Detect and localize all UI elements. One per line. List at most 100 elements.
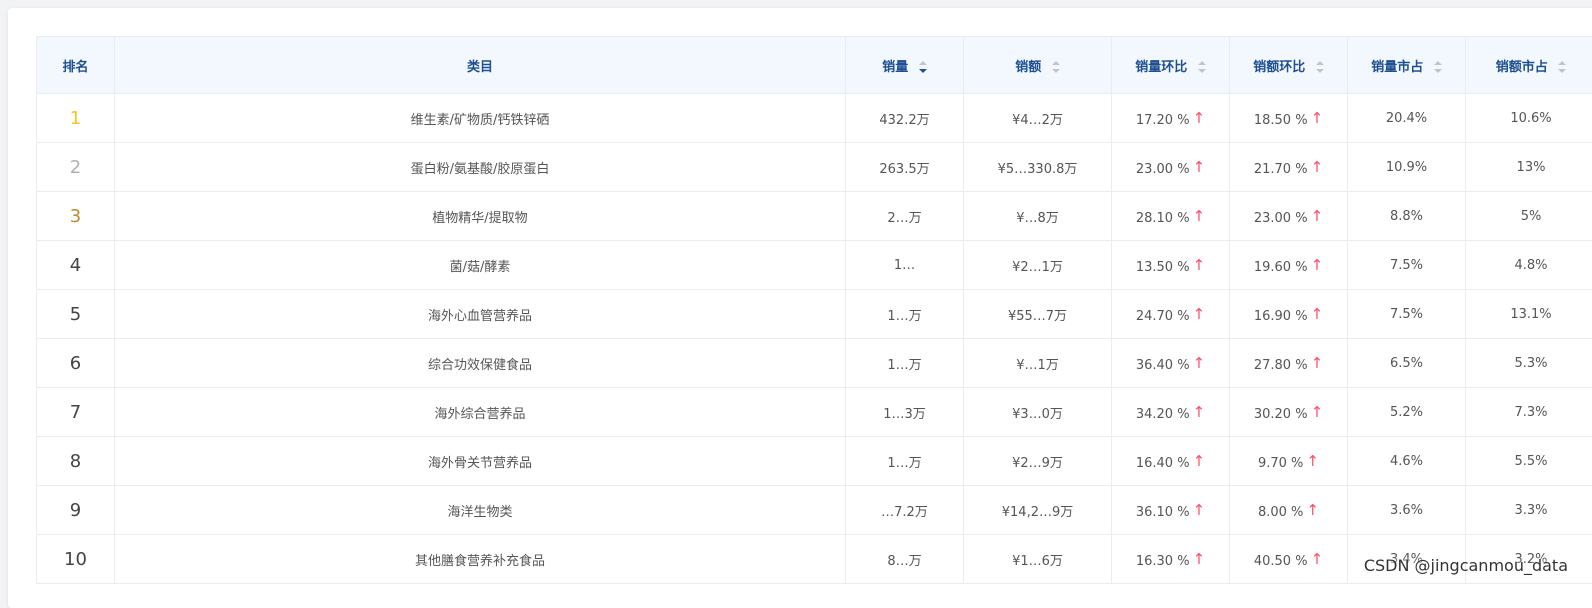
amount-mom-cell: 9.70 %↑ bbox=[1230, 437, 1348, 486]
amount-share-cell: 13% bbox=[1466, 143, 1592, 192]
ranking-card: 排名 类目 销量 销额 销量环比 销额环比 bbox=[8, 8, 1592, 608]
arrow-up-icon: ↑ bbox=[1193, 550, 1206, 568]
rank-cell: 3 bbox=[37, 192, 115, 241]
arrow-up-icon: ↑ bbox=[1311, 354, 1324, 372]
header-volume-mom[interactable]: 销量环比 bbox=[1112, 37, 1230, 94]
amount-cell: ¥1…6万 bbox=[964, 535, 1112, 584]
table-row: 4 菌/菇/酵素 1… ¥2…1万 13.50 %↑ 19.60 %↑ 7.5%… bbox=[37, 241, 1592, 290]
category-cell: 植物精华/提取物 bbox=[115, 192, 846, 241]
category-cell: 海外综合营养品 bbox=[115, 388, 846, 437]
volume-cell: 8…万 bbox=[846, 535, 964, 584]
table-row: 10 其他膳食营养补充食品 8…万 ¥1…6万 16.30 %↑ 40.50 %… bbox=[37, 535, 1592, 584]
header-sales-amount[interactable]: 销额 bbox=[964, 37, 1112, 94]
arrow-up-icon: ↑ bbox=[1193, 452, 1206, 470]
volume-mom-cell: 34.20 %↑ bbox=[1112, 388, 1230, 437]
category-cell: 其他膳食营养补充食品 bbox=[115, 535, 846, 584]
volume-share-cell: 5.2% bbox=[1348, 388, 1466, 437]
category-ranking-table: 排名 类目 销量 销额 销量环比 销额环比 bbox=[36, 36, 1592, 584]
arrow-up-icon: ↑ bbox=[1306, 452, 1319, 470]
volume-mom-cell: 17.20 %↑ bbox=[1112, 94, 1230, 143]
arrow-up-icon: ↑ bbox=[1193, 403, 1206, 421]
volume-share-cell: 20.4% bbox=[1348, 94, 1466, 143]
amount-cell: ¥2…1万 bbox=[964, 241, 1112, 290]
amount-cell: ¥3…0万 bbox=[964, 388, 1112, 437]
header-rank: 排名 bbox=[37, 37, 115, 94]
arrow-up-icon: ↑ bbox=[1311, 305, 1324, 323]
header-amount-share[interactable]: 销额市占 bbox=[1466, 37, 1592, 94]
sort-icon[interactable] bbox=[1434, 61, 1442, 73]
volume-share-cell: 10.9% bbox=[1348, 143, 1466, 192]
table-row: 1 维生素/矿物质/钙铁锌硒 432.2万 ¥4…2万 17.20 %↑ 18.… bbox=[37, 94, 1592, 143]
volume-share-cell: 7.5% bbox=[1348, 241, 1466, 290]
rank-cell: 5 bbox=[37, 290, 115, 339]
arrow-up-icon: ↑ bbox=[1311, 207, 1324, 225]
rank-cell: 9 bbox=[37, 486, 115, 535]
category-cell: 海外心血管营养品 bbox=[115, 290, 846, 339]
amount-cell: ¥55…7万 bbox=[964, 290, 1112, 339]
amount-mom-cell: 16.90 %↑ bbox=[1230, 290, 1348, 339]
arrow-up-icon: ↑ bbox=[1311, 158, 1324, 176]
volume-share-cell: 7.5% bbox=[1348, 290, 1466, 339]
volume-cell: 2…万 bbox=[846, 192, 964, 241]
header-volume-share[interactable]: 销量市占 bbox=[1348, 37, 1466, 94]
header-amount-mom[interactable]: 销额环比 bbox=[1230, 37, 1348, 94]
arrow-up-icon: ↑ bbox=[1311, 550, 1324, 568]
arrow-up-icon: ↑ bbox=[1311, 109, 1324, 127]
header-sales-volume[interactable]: 销量 bbox=[846, 37, 964, 94]
category-cell: 综合功效保健食品 bbox=[115, 339, 846, 388]
amount-mom-cell: 19.60 %↑ bbox=[1230, 241, 1348, 290]
category-cell: 维生素/矿物质/钙铁锌硒 bbox=[115, 94, 846, 143]
volume-share-cell: 4.6% bbox=[1348, 437, 1466, 486]
sort-icon[interactable] bbox=[1558, 61, 1566, 73]
arrow-up-icon: ↑ bbox=[1311, 403, 1324, 421]
amount-mom-cell: 27.80 %↑ bbox=[1230, 339, 1348, 388]
sort-icon[interactable] bbox=[1316, 61, 1324, 73]
category-cell: 蛋白粉/氨基酸/胶原蛋白 bbox=[115, 143, 846, 192]
volume-cell: 263.5万 bbox=[846, 143, 964, 192]
sort-icon[interactable] bbox=[1052, 61, 1060, 73]
amount-share-cell: 5.3% bbox=[1466, 339, 1592, 388]
category-cell: 海洋生物类 bbox=[115, 486, 846, 535]
volume-mom-cell: 13.50 %↑ bbox=[1112, 241, 1230, 290]
volume-cell: …7.2万 bbox=[846, 486, 964, 535]
amount-cell: ¥…1万 bbox=[964, 339, 1112, 388]
table-row: 2 蛋白粉/氨基酸/胶原蛋白 263.5万 ¥5…330.8万 23.00 %↑… bbox=[37, 143, 1592, 192]
rank-cell: 10 bbox=[37, 535, 115, 584]
table-row: 6 综合功效保健食品 1…万 ¥…1万 36.40 %↑ 27.80 %↑ 6.… bbox=[37, 339, 1592, 388]
volume-cell: 432.2万 bbox=[846, 94, 964, 143]
table-row: 3 植物精华/提取物 2…万 ¥…8万 28.10 %↑ 23.00 %↑ 8.… bbox=[37, 192, 1592, 241]
arrow-up-icon: ↑ bbox=[1311, 256, 1324, 274]
amount-cell: ¥…8万 bbox=[964, 192, 1112, 241]
amount-mom-cell: 30.20 %↑ bbox=[1230, 388, 1348, 437]
sort-icon[interactable] bbox=[1198, 61, 1206, 73]
volume-share-cell: 6.5% bbox=[1348, 339, 1466, 388]
table-row: 7 海外综合营养品 1…3万 ¥3…0万 34.20 %↑ 30.20 %↑ 5… bbox=[37, 388, 1592, 437]
amount-share-cell: 3.3% bbox=[1466, 486, 1592, 535]
table-row: 9 海洋生物类 …7.2万 ¥14,2…9万 36.10 %↑ 8.00 %↑ … bbox=[37, 486, 1592, 535]
table-body: 1 维生素/矿物质/钙铁锌硒 432.2万 ¥4…2万 17.20 %↑ 18.… bbox=[37, 94, 1592, 584]
rank-cell: 7 bbox=[37, 388, 115, 437]
table-row: 8 海外骨关节营养品 1…万 ¥2…9万 16.40 %↑ 9.70 %↑ 4.… bbox=[37, 437, 1592, 486]
sort-desc-active-icon[interactable] bbox=[919, 61, 927, 73]
amount-cell: ¥4…2万 bbox=[964, 94, 1112, 143]
amount-mom-cell: 23.00 %↑ bbox=[1230, 192, 1348, 241]
volume-cell: 1…万 bbox=[846, 290, 964, 339]
arrow-up-icon: ↑ bbox=[1193, 109, 1206, 127]
arrow-up-icon: ↑ bbox=[1193, 256, 1206, 274]
table-row: 5 海外心血管营养品 1…万 ¥55…7万 24.70 %↑ 16.90 %↑ … bbox=[37, 290, 1592, 339]
volume-mom-cell: 36.40 %↑ bbox=[1112, 339, 1230, 388]
volume-mom-cell: 36.10 %↑ bbox=[1112, 486, 1230, 535]
rank-cell: 8 bbox=[37, 437, 115, 486]
category-cell: 海外骨关节营养品 bbox=[115, 437, 846, 486]
volume-cell: 1…3万 bbox=[846, 388, 964, 437]
volume-mom-cell: 16.30 %↑ bbox=[1112, 535, 1230, 584]
amount-mom-cell: 8.00 %↑ bbox=[1230, 486, 1348, 535]
amount-mom-cell: 18.50 %↑ bbox=[1230, 94, 1348, 143]
arrow-up-icon: ↑ bbox=[1306, 501, 1319, 519]
category-cell: 菌/菇/酵素 bbox=[115, 241, 846, 290]
volume-mom-cell: 16.40 %↑ bbox=[1112, 437, 1230, 486]
table-header-row: 排名 类目 销量 销额 销量环比 销额环比 bbox=[37, 37, 1592, 94]
amount-share-cell: 4.8% bbox=[1466, 241, 1592, 290]
watermark: CSDN @jingcanmou_data bbox=[1364, 556, 1568, 575]
header-category: 类目 bbox=[115, 37, 846, 94]
